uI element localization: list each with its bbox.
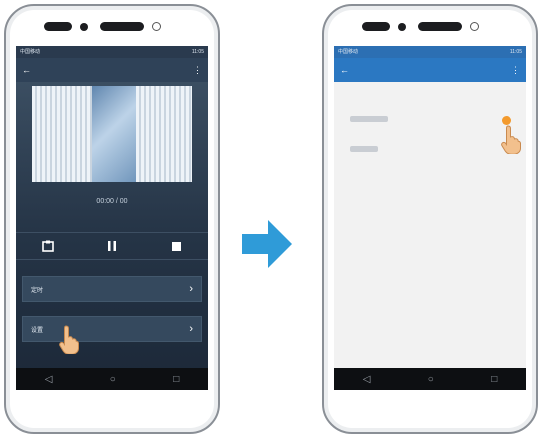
- setting-row-label: [350, 146, 378, 152]
- nav-recent-icon[interactable]: □: [491, 374, 497, 385]
- earpiece: [44, 22, 72, 31]
- speaker-grille: [418, 22, 462, 31]
- stop-icon[interactable]: [165, 235, 187, 257]
- status-bar: 中国移动 11:05: [334, 46, 526, 58]
- clock-text: 11:05: [509, 49, 522, 55]
- menu-item-timer[interactable]: 定时 ›: [22, 276, 202, 302]
- earpiece: [362, 22, 390, 31]
- transition-arrow-icon: [242, 220, 292, 268]
- proximity-sensor: [470, 22, 479, 31]
- nav-recent-icon[interactable]: □: [173, 374, 179, 385]
- preview-window: [90, 86, 138, 182]
- system-nav-bar: ◁ ○ □: [16, 368, 208, 390]
- menu-item-label: 设置: [31, 327, 44, 334]
- phone-top-bezel: [6, 17, 218, 37]
- front-camera: [80, 23, 88, 31]
- menu-item-label: 定时: [31, 287, 44, 294]
- right-screen: 中国移动 11:05 ← ⋮ ◁ ○ □: [334, 46, 526, 390]
- menu-item-settings[interactable]: 设置 ›: [22, 316, 202, 342]
- phone-top-bezel: [324, 17, 536, 37]
- camera-preview[interactable]: [32, 86, 192, 182]
- right-phone: 中国移动 11:05 ← ⋮ ◁ ○ □: [322, 4, 538, 434]
- pause-icon[interactable]: [101, 235, 123, 257]
- left-screen: 中国移动 11:05 ← ⋮ 00:00 / 00 定时 › 设置 › ◁ ○ …: [16, 46, 208, 390]
- proximity-sensor: [152, 22, 161, 31]
- record-icon[interactable]: [37, 235, 59, 257]
- nav-back-icon[interactable]: ◁: [363, 374, 371, 385]
- chevron-right-icon: ›: [189, 323, 193, 335]
- carrier-text: 中国移动: [20, 49, 41, 55]
- nav-back-icon[interactable]: ◁: [45, 374, 53, 385]
- system-nav-bar: ◁ ○ □: [334, 368, 526, 390]
- more-icon[interactable]: ⋮: [511, 65, 520, 76]
- playback-time: 00:00 / 00: [96, 198, 128, 205]
- preview-curtain-left: [32, 86, 92, 182]
- preview-curtain-right: [136, 86, 192, 182]
- more-icon[interactable]: ⋮: [193, 65, 202, 76]
- back-arrow-icon[interactable]: ←: [340, 65, 349, 75]
- app-bar: ← ⋮: [334, 58, 526, 82]
- back-arrow-icon[interactable]: ←: [22, 65, 31, 75]
- pointing-hand-icon: [500, 124, 522, 160]
- nav-home-icon[interactable]: ○: [110, 374, 116, 385]
- chevron-right-icon: ›: [189, 283, 193, 295]
- left-phone: 中国移动 11:05 ← ⋮ 00:00 / 00 定时 › 设置 › ◁ ○ …: [4, 4, 220, 434]
- playback-controls: [16, 232, 208, 260]
- clock-text: 11:05: [191, 49, 204, 55]
- status-bar: 中国移动 11:05: [16, 46, 208, 58]
- carrier-text: 中国移动: [338, 49, 359, 55]
- pointing-hand-icon: [58, 324, 80, 360]
- app-bar: ← ⋮: [16, 58, 208, 82]
- nav-home-icon[interactable]: ○: [428, 374, 434, 385]
- front-camera: [398, 23, 406, 31]
- setting-row-label: [350, 116, 388, 122]
- speaker-grille: [100, 22, 144, 31]
